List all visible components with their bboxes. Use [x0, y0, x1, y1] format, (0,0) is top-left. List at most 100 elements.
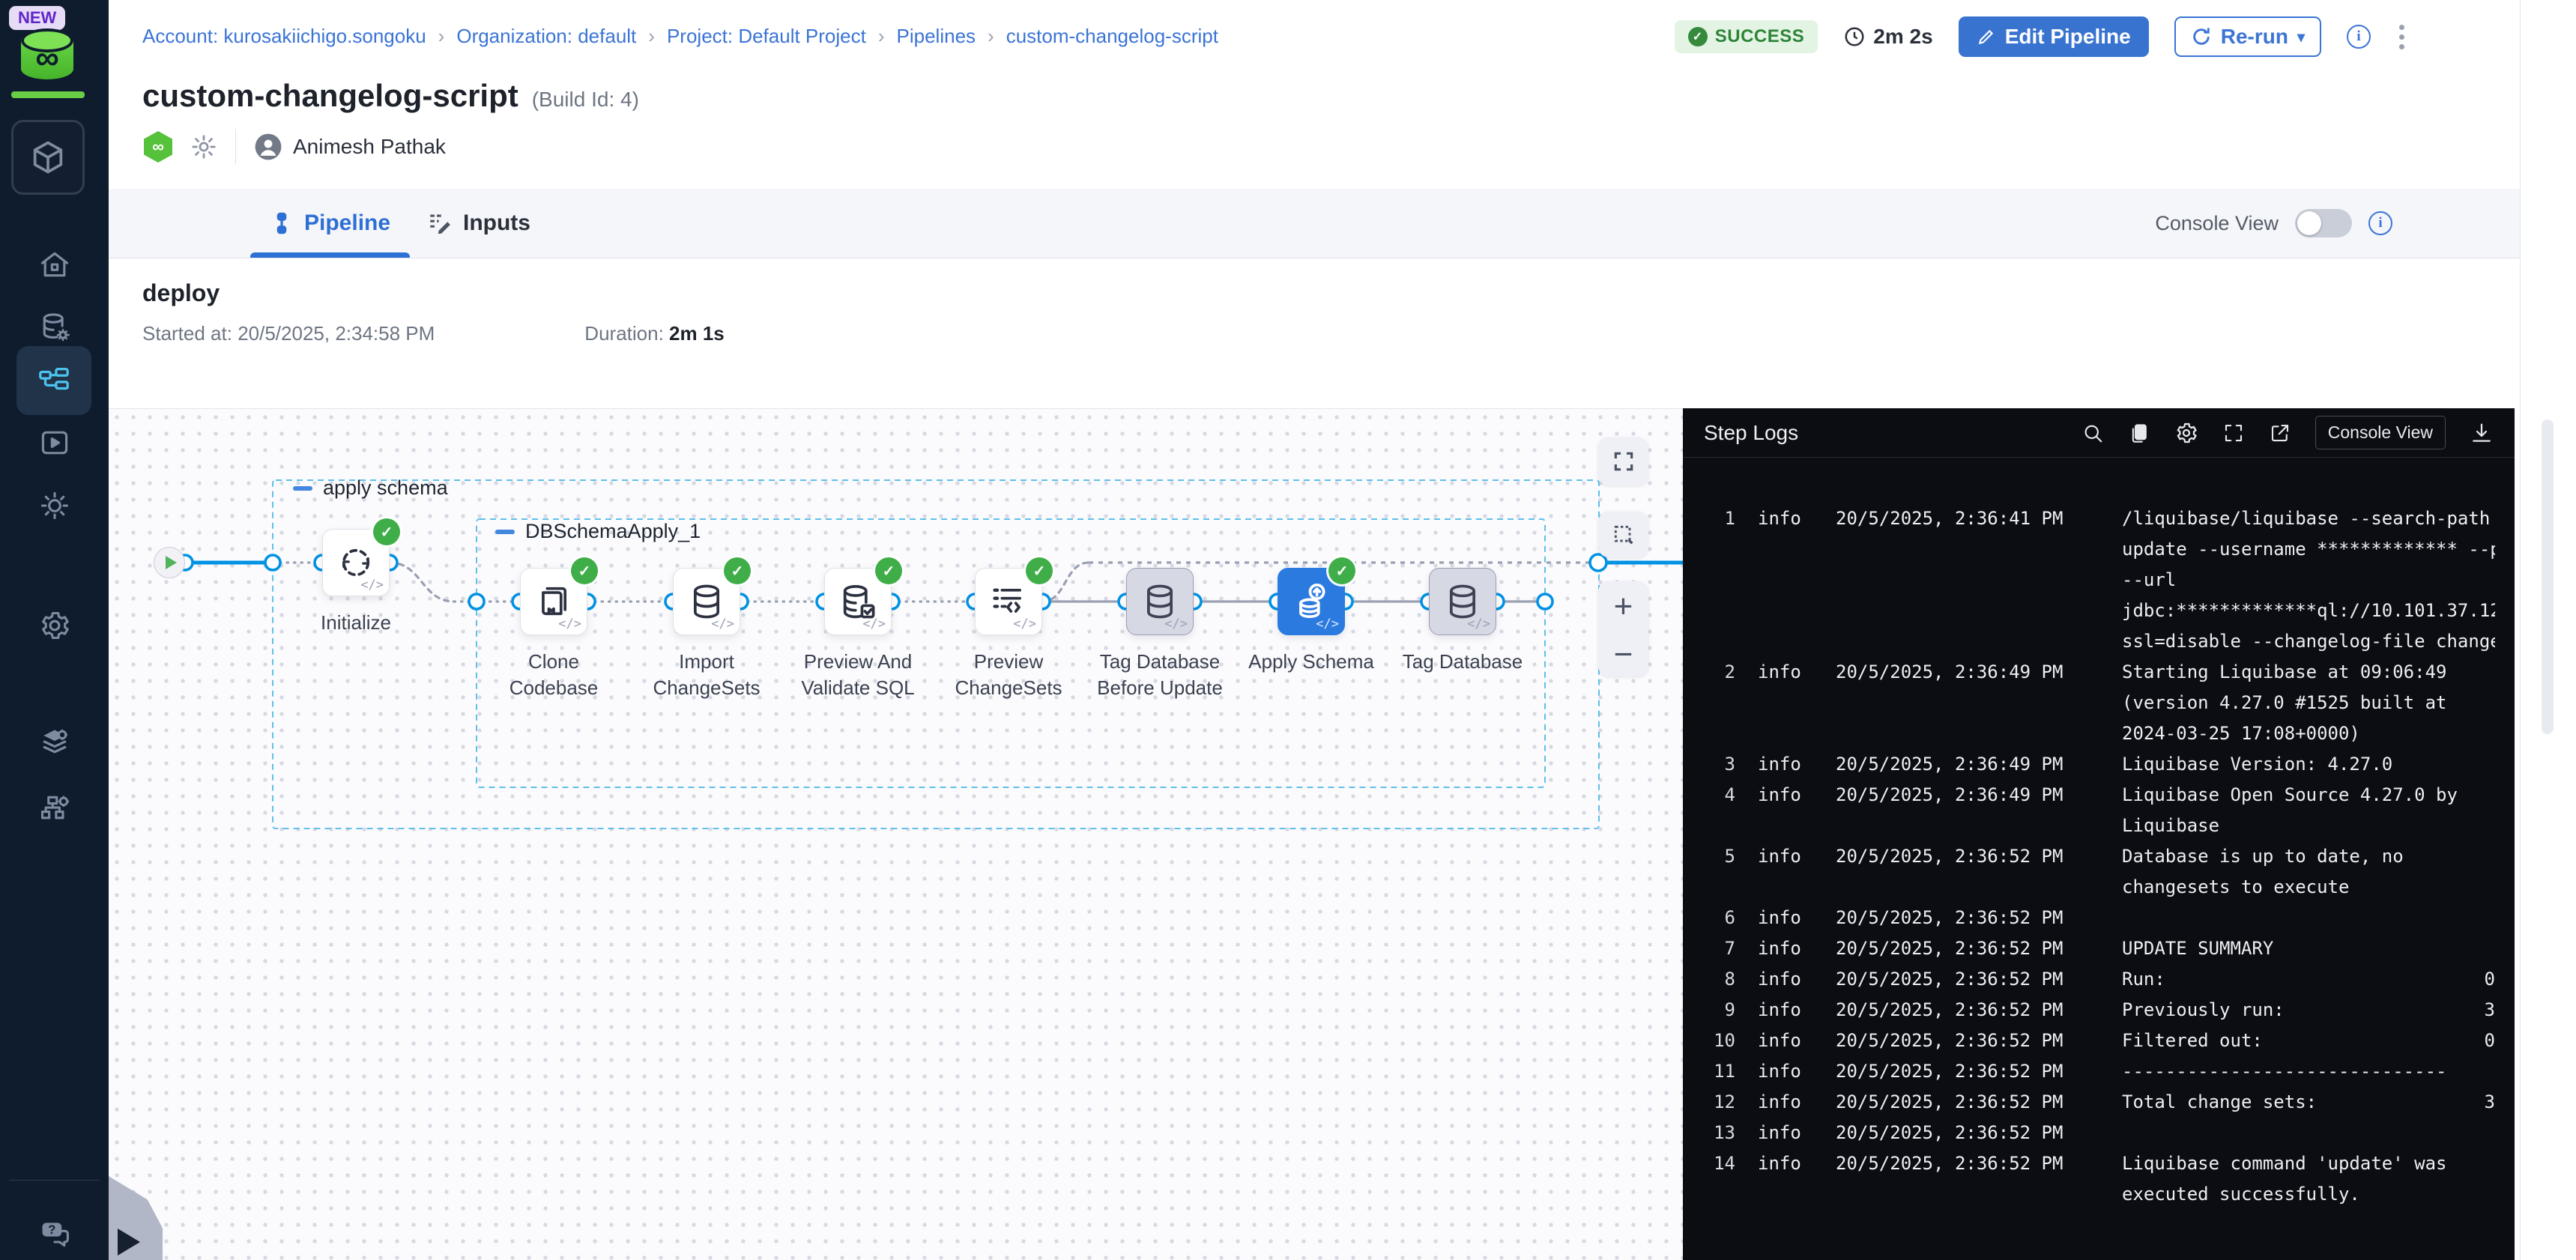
search-icon[interactable] [2081, 422, 2104, 444]
log-level: info [1758, 749, 1818, 780]
zoom-in-button[interactable]: + [1614, 592, 1633, 622]
step-node-apply-schema[interactable]: </>✓ [1278, 568, 1345, 635]
breadcrumb-link-0[interactable]: Account: kurosakiichigo.songoku [142, 25, 426, 48]
pipeline-canvas[interactable]: apply schema DBSchemaApply_1 </>✓Initial… [109, 408, 1683, 1260]
new-badge: NEW [9, 6, 65, 30]
code-tag-icon: </> [1467, 617, 1490, 631]
started-at: Started at: 20/5/2025, 2:34:58 PM [142, 322, 435, 345]
canvas-fullscreen-button[interactable] [1598, 437, 1648, 485]
rerun-button[interactable]: Re-run ▾ [2174, 16, 2321, 57]
settings-icon[interactable] [2174, 421, 2198, 445]
sidebar-item-home[interactable] [0, 238, 109, 291]
refresh-icon [2191, 26, 2212, 47]
db-icon [687, 582, 726, 621]
log-message: Previously run:3 [2122, 995, 2495, 1026]
step-node-label: Preview AndValidate SQL [772, 649, 944, 701]
pipeline-nav-icon [37, 363, 71, 398]
scrollbar-thumb[interactable] [2542, 420, 2554, 734]
zoom-out-button[interactable]: − [1614, 643, 1633, 666]
stage-summary: deploy Started at: 20/5/2025, 2:34:58 PM… [109, 258, 2520, 408]
step-node-preview-changesets[interactable]: </>✓ [975, 568, 1042, 635]
breadcrumb-separator: › [438, 25, 445, 48]
sun-gear-icon [38, 489, 71, 522]
log-message: Liquibase command 'update' wasexecuted s… [2122, 1148, 2495, 1210]
expand-panel-handle[interactable] [109, 1176, 163, 1260]
log-message: Total change sets:3 [2122, 1087, 2495, 1118]
harness-dbops-logo[interactable]: ∞ [21, 30, 73, 79]
step-node-clone-codebase[interactable]: </>✓ [520, 568, 587, 635]
log-level: info [1758, 780, 1818, 811]
breadcrumb-link-3[interactable]: Pipelines [897, 25, 976, 48]
console-view-info-icon[interactable]: i [2368, 211, 2392, 235]
log-line-number: 11 [1683, 1056, 1735, 1087]
gear-icon[interactable] [190, 133, 217, 160]
tab-inputs[interactable]: Inputs [427, 189, 530, 258]
sidebar-item-help[interactable]: ? [0, 1208, 109, 1260]
start-node[interactable] [154, 547, 185, 578]
step-node-tag-database[interactable]: </> [1429, 568, 1496, 635]
db-gear-icon [38, 311, 71, 344]
edit-pipeline-label: Edit Pipeline [2005, 25, 2131, 49]
step-node-initialize[interactable]: </>✓ [322, 529, 390, 596]
external-link-icon[interactable] [2269, 422, 2291, 444]
sidebar-item-environments[interactable] [0, 479, 109, 532]
console-view-button[interactable]: Console View [2315, 416, 2446, 449]
fullscreen-icon[interactable] [2222, 422, 2245, 444]
breadcrumb-link-2[interactable]: Project: Default Project [667, 25, 866, 48]
breadcrumb-link-1[interactable]: Organization: default [456, 25, 636, 48]
sidebar-item-settings[interactable] [0, 599, 109, 652]
executions-icon [38, 426, 71, 459]
log-level: info [1758, 1056, 1818, 1087]
log-level: info [1758, 841, 1818, 872]
play-icon [166, 556, 177, 569]
log-message-line: Liquibase Open Source 4.27.0 by [2122, 780, 2495, 811]
log-message-line: (version 4.27.0 #1525 built at [2122, 688, 2495, 718]
log-timestamp: 20/5/2025, 2:36:52 PM [1836, 964, 2105, 995]
download-icon[interactable] [2470, 421, 2494, 445]
sidebar-item-infrastructure-settings[interactable] [0, 782, 109, 835]
log-output[interactable]: 1info20/5/2025, 2:36:41 PM/liquibase/liq… [1683, 458, 2515, 1260]
meta-row: ∞ Animesh Pathak [144, 129, 446, 165]
group-label-apply-schema[interactable]: apply schema [293, 476, 448, 500]
step-node-tag-database-before-update[interactable]: </> [1126, 568, 1194, 635]
module-selector[interactable] [11, 120, 85, 195]
step-node-preview-and-validate-sql[interactable]: </>✓ [824, 568, 892, 635]
more-options-menu[interactable] [2396, 22, 2407, 52]
console-view-control: Console View i [2155, 189, 2392, 258]
breadcrumb-link-4[interactable]: custom-changelog-script [1006, 25, 1218, 48]
step-node-import-changesets[interactable]: </>✓ [673, 568, 740, 635]
tab-bar: Pipeline Inputs Console View i [109, 189, 2520, 258]
gear-icon [38, 609, 71, 642]
info-icon[interactable]: i [2347, 25, 2371, 49]
step-node-label: Initialize [270, 610, 442, 636]
log-message-line [2122, 903, 2495, 933]
step-logs-panel: Step Logs Console View 1info20/5/2025, 2… [1683, 408, 2515, 1260]
log-timestamp: 20/5/2025, 2:36:52 PM [1836, 841, 2105, 872]
edit-pipeline-button[interactable]: Edit Pipeline [1959, 16, 2149, 57]
log-message-line: Run:0 [2122, 964, 2495, 995]
log-timestamp: 20/5/2025, 2:36:52 PM [1836, 903, 2105, 933]
step-node-label: Tag Database [1376, 649, 1549, 675]
collapse-icon[interactable] [293, 486, 312, 491]
canvas-select-button[interactable] [1598, 512, 1648, 557]
console-view-toggle[interactable] [2295, 209, 2352, 237]
stage-name: deploy [142, 279, 220, 307]
sidebar-item-executions[interactable] [0, 417, 109, 469]
top-header: Account: kurosakiichigo.songoku › Organiza… [109, 0, 2520, 72]
sidebar-item-pipelines[interactable] [16, 346, 91, 415]
collapse-icon[interactable] [495, 530, 515, 534]
hierarchy-gear-icon [38, 792, 71, 825]
success-check-icon: ✓ [1026, 557, 1053, 584]
copy-icon[interactable] [2128, 422, 2150, 444]
log-line-number: 14 [1683, 1148, 1735, 1179]
log-message-line: Liquibase command 'update' was [2122, 1148, 2495, 1179]
log-timestamp: 20/5/2025, 2:36:52 PM [1836, 995, 2105, 1026]
success-check-icon: ✓ [875, 557, 902, 584]
log-line-number: 12 [1683, 1087, 1735, 1118]
sidebar-item-layers-settings[interactable] [0, 716, 109, 769]
group-label-dbschemaapply[interactable]: DBSchemaApply_1 [495, 520, 701, 543]
tab-pipeline[interactable]: Pipeline [270, 189, 390, 258]
log-timestamp: 20/5/2025, 2:36:41 PM [1836, 503, 2105, 534]
step-node-label: PreviewChangeSets [922, 649, 1095, 701]
help-chat-icon: ? [38, 1217, 71, 1250]
